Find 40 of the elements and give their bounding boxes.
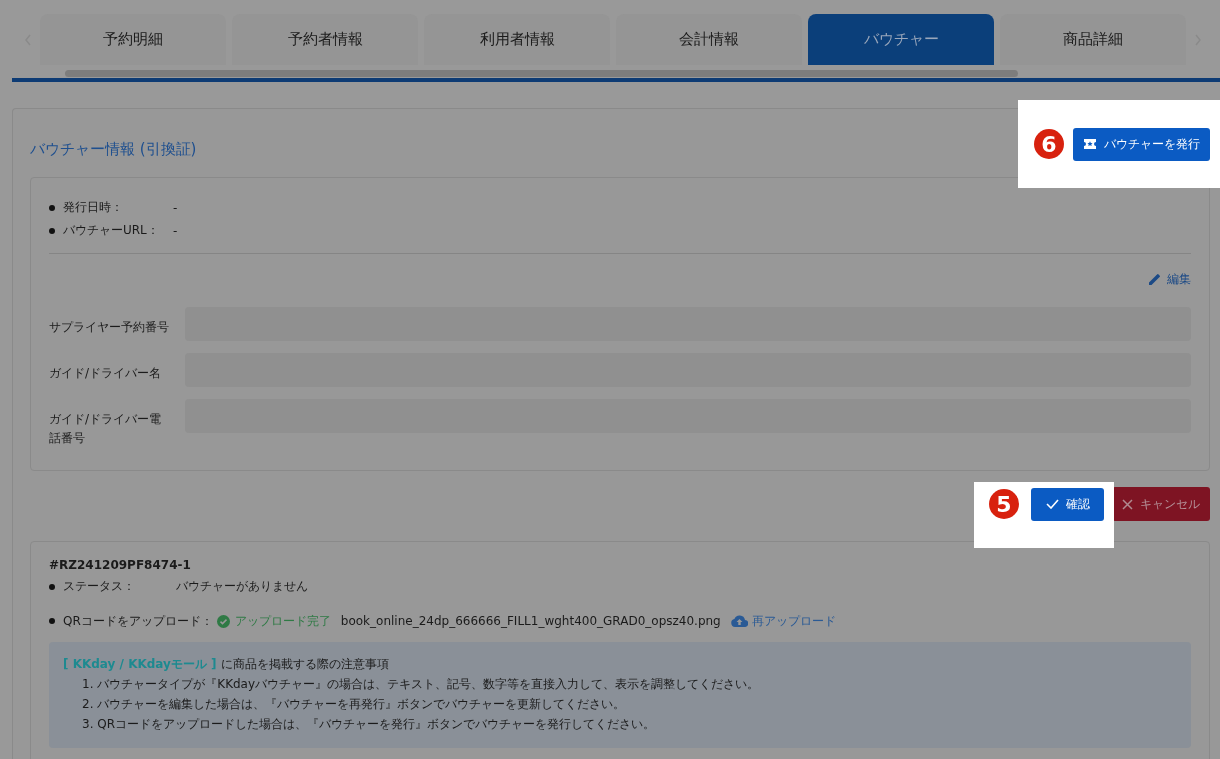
- tab[interactable]: バウチャー: [808, 14, 994, 65]
- order-number: #RZ241209PF8474-1: [49, 558, 192, 572]
- notice-item: 3. QRコードをアップロードした場合は、『バウチャーを発行』ボタンでバウチャーを発行してください。: [81, 716, 657, 733]
- cancel-button[interactable]: キャンセル: [1112, 487, 1210, 521]
- bullet-icon: [49, 618, 55, 624]
- section-title: バウチャー情報 (引換証): [30, 138, 197, 159]
- info-value: -: [173, 200, 178, 215]
- bullet-icon: [49, 583, 55, 590]
- confirm-button[interactable]: 確認: [1031, 487, 1104, 521]
- tab[interactable]: 商品詳細: [1000, 14, 1186, 65]
- info-label: バウチャーURL：: [63, 222, 160, 239]
- notice-item: 1. バウチャータイプが『KKdayバウチャー』の場合は、テキスト、記号、数字等を直接入力して、表示を調整してください。: [81, 676, 761, 693]
- field-label: ガイド/ドライバー電話番号: [49, 411, 163, 447]
- ticket-icon: [1083, 138, 1097, 150]
- notice-heading: に商品を掲載する際の注意事項: [220, 657, 389, 671]
- issue-voucher-button[interactable]: バウチャーを発行: [1073, 127, 1210, 161]
- upload-status: アップロード完了: [234, 612, 331, 630]
- status-value: バウチャーがありません: [176, 578, 308, 595]
- tab[interactable]: 予約者情報: [232, 14, 418, 65]
- platform-tag: [ KKday / KKdayモール ]: [63, 657, 217, 671]
- pencil-icon: [1148, 273, 1161, 286]
- field-label: ガイド/ドライバー名: [49, 365, 163, 382]
- info-label: 発行日時：: [63, 199, 124, 216]
- info-value: -: [173, 223, 178, 238]
- check-icon: [1045, 499, 1059, 509]
- scrollbar-thumb[interactable]: [65, 70, 1018, 77]
- status-label: ステータス：: [63, 578, 136, 595]
- bullet-icon: [49, 204, 55, 211]
- qr-label: QRコードをアップロード：: [63, 612, 213, 630]
- tab[interactable]: 会計情報: [616, 14, 802, 65]
- bullet-icon: [49, 227, 55, 234]
- notice-item: 2. バウチャーを編集した場合は、『バウチャーを再発行』ボタンでバウチャーを更新してください。: [81, 696, 627, 713]
- file-name: book_online_24dp_666666_FILL1_wght400_GRAD0_opsz40.png: [340, 614, 721, 628]
- close-icon: [1122, 498, 1133, 510]
- field-label: サプライヤー予約番号: [49, 319, 170, 336]
- tab[interactable]: 予約明細: [40, 14, 226, 65]
- cloud-upload-icon: [730, 615, 748, 627]
- check-circle-icon: [216, 614, 230, 628]
- tab[interactable]: 利用者情報: [424, 14, 610, 65]
- edit-link[interactable]: 編集: [1148, 271, 1191, 288]
